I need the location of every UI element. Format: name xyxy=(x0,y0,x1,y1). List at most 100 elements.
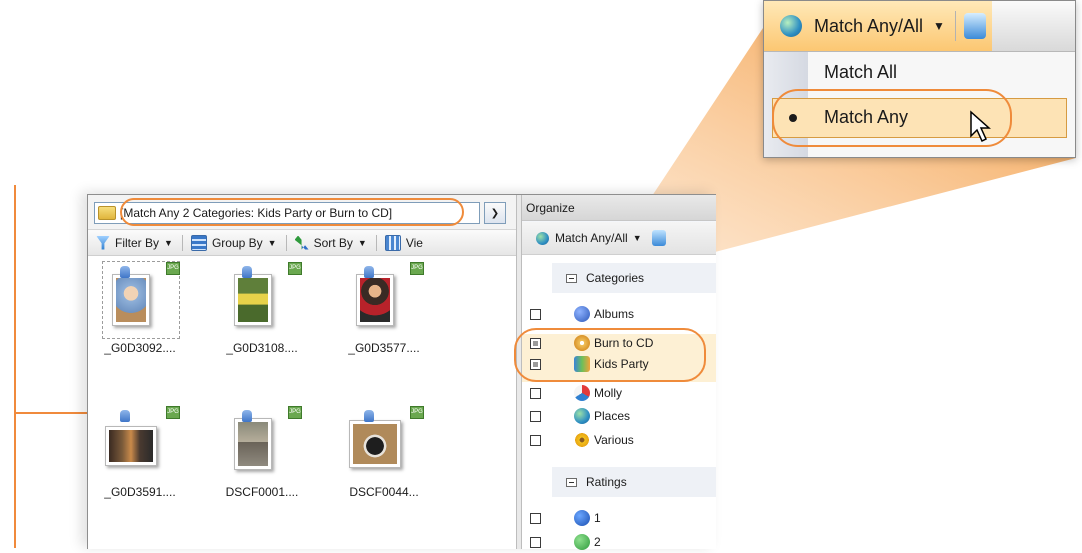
checkbox[interactable] xyxy=(530,387,541,399)
selected-categories-highlight-ring xyxy=(514,328,706,382)
tag-icon xyxy=(242,266,252,278)
checkbox[interactable] xyxy=(530,512,541,524)
zoom-toolbar: Match Any/All ▼ xyxy=(764,1,1075,52)
new-tag-icon[interactable] xyxy=(963,13,986,39)
checkbox[interactable] xyxy=(530,434,541,446)
address-highlight-ring xyxy=(120,198,464,226)
callout-line-vertical xyxy=(14,185,16,548)
jpg-badge-icon: JPG xyxy=(288,406,302,419)
menu-item-match-all[interactable]: Match All xyxy=(824,62,897,83)
filter-icon xyxy=(96,235,110,250)
photo-thumbnail xyxy=(349,420,401,468)
thumbnail-label: DSCF0044... xyxy=(349,485,419,499)
checkbox[interactable] xyxy=(530,536,541,548)
address-bar: [Match Any 2 Categories: Kids Party or B… xyxy=(88,195,516,230)
checkbox[interactable] xyxy=(530,308,541,320)
tag-icon xyxy=(242,410,252,422)
organize-toolbar: Match Any/All ▼ xyxy=(522,222,716,255)
thumbnail-label: DSCF0001.... xyxy=(225,485,299,499)
collapse-icon[interactable] xyxy=(566,478,577,487)
group-by-button[interactable]: Group By ▼ xyxy=(190,234,277,251)
thumbnail-item[interactable]: JPG _G0D3591.... xyxy=(90,400,190,510)
filter-by-label: Filter By xyxy=(115,235,160,250)
thumbnail-label: _G0D3092.... xyxy=(104,341,176,355)
organize-pane: Organize Match Any/All ▼ Categories Albu… xyxy=(514,195,716,550)
categories-header: Categories xyxy=(586,271,645,285)
checkbox[interactable] xyxy=(530,410,541,422)
tree-item-albums[interactable]: Albums xyxy=(522,303,716,325)
toolbar: Filter By ▼ Group By ▼ Sort By ▼ Vie xyxy=(88,230,516,256)
view-button[interactable]: Vie xyxy=(384,234,423,251)
flower-icon xyxy=(574,432,590,448)
tag-icon xyxy=(364,266,374,278)
thumbnail-item[interactable]: JPG DSCF0001.... xyxy=(212,400,312,510)
tree-item-label: 2 xyxy=(594,535,601,549)
jpg-badge-icon: JPG xyxy=(288,262,302,275)
ball-icon xyxy=(574,385,590,401)
match-any-all-button[interactable]: Match Any/All xyxy=(555,231,628,245)
photo-thumbnail xyxy=(234,418,272,470)
jpg-badge-icon: JPG xyxy=(410,262,424,275)
photo-gallery-window: [Match Any 2 Categories: Kids Party or B… xyxy=(87,194,716,550)
caret-down-icon: ▼ xyxy=(267,237,277,248)
globe-icon xyxy=(574,408,590,424)
thumbnail-label: _G0D3591.... xyxy=(104,485,176,499)
caret-down-icon: ▼ xyxy=(357,237,367,248)
globe-icon xyxy=(780,15,802,37)
tree-item-label: 1 xyxy=(594,511,601,525)
tree-item-rating-1[interactable]: 1 xyxy=(522,507,716,529)
group-by-label: Group By xyxy=(211,235,263,250)
chevron-down-icon: ❯ xyxy=(490,207,500,219)
tree-item-various[interactable]: Various xyxy=(522,429,716,451)
jpg-badge-icon: JPG xyxy=(166,262,180,275)
organize-title: Organize xyxy=(522,195,716,221)
photo-thumbnail xyxy=(234,274,272,326)
view-label: Vie xyxy=(405,235,423,250)
thumbnail-item[interactable]: JPG _G0D3092.... xyxy=(90,256,190,366)
mouse-pointer-icon xyxy=(970,110,991,143)
caret-down-icon: ▼ xyxy=(164,237,173,248)
zoomed-match-menu: Match Any/All ▼ Match All Match Any xyxy=(763,0,1076,158)
caret-down-icon[interactable]: ▼ xyxy=(633,233,642,243)
tree-item-label: Various xyxy=(594,433,634,447)
view-icon xyxy=(384,234,401,251)
folder-icon xyxy=(98,206,116,220)
category-tree: Categories Albums Burn to CD Kids Party xyxy=(514,255,716,550)
match-any-all-button[interactable]: Match Any/All xyxy=(814,16,923,37)
tag-icon xyxy=(120,266,130,278)
thumbnail-label: _G0D3577.... xyxy=(348,341,420,355)
toolbar-separator xyxy=(954,11,956,41)
photo-thumbnail xyxy=(356,274,394,326)
tag-icon xyxy=(120,410,130,422)
thumbnail-item[interactable]: JPG DSCF0044... xyxy=(334,400,434,510)
globe-icon xyxy=(536,231,549,245)
jpg-badge-icon: JPG xyxy=(410,406,424,419)
ratings-header: Ratings xyxy=(586,475,627,489)
rating-icon xyxy=(574,510,590,526)
sort-by-button[interactable]: Sort By ▼ xyxy=(294,235,367,250)
photo-thumbnail xyxy=(112,274,150,326)
tree-item-label: Molly xyxy=(594,386,623,400)
thumbnail-item[interactable]: JPG _G0D3108.... xyxy=(212,256,312,366)
tag-icon xyxy=(364,410,374,422)
tree-item-rating-2[interactable]: 2 xyxy=(522,531,716,553)
jpg-badge-icon: JPG xyxy=(166,406,180,419)
tree-item-places[interactable]: Places xyxy=(522,405,716,427)
thumbnail-label: _G0D3108.... xyxy=(226,341,298,355)
group-icon xyxy=(190,234,207,251)
tree-item-label: Albums xyxy=(594,307,635,321)
new-tag-icon[interactable] xyxy=(651,230,666,246)
collapse-icon[interactable] xyxy=(566,274,577,283)
address-dropdown-button[interactable]: ❯ xyxy=(484,202,506,224)
tree-item-label: Places xyxy=(594,409,631,423)
sort-icon xyxy=(294,235,309,250)
thumbnail-grid: JPG _G0D3092.... JPG _G0D3108.... JPG _G… xyxy=(88,256,512,549)
tree-item-molly[interactable]: Molly xyxy=(522,382,716,404)
toolbar-separator xyxy=(181,234,183,251)
match-dropdown-menu: Match All Match Any xyxy=(764,52,1075,157)
photo-thumbnail xyxy=(105,426,157,466)
filter-by-button[interactable]: Filter By ▼ xyxy=(96,235,173,250)
caret-down-icon[interactable]: ▼ xyxy=(933,19,945,33)
albums-icon xyxy=(574,306,590,322)
thumbnail-item[interactable]: JPG _G0D3577.... xyxy=(334,256,434,366)
